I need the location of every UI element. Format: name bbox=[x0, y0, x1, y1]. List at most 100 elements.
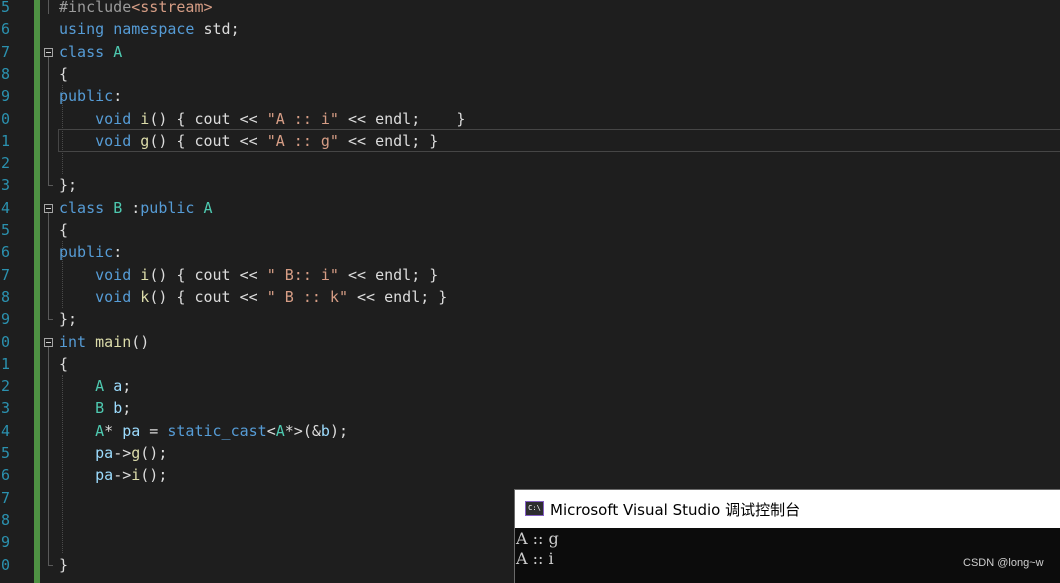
collapse-icon[interactable] bbox=[44, 47, 53, 57]
code-token: b bbox=[113, 399, 123, 418]
fold-line bbox=[48, 212, 49, 320]
code-token: : bbox=[113, 87, 123, 106]
console-output-line: A :: g bbox=[516, 529, 559, 548]
code-token: * bbox=[104, 421, 123, 440]
line-number: 9 bbox=[0, 310, 10, 329]
code-line[interactable]: class A bbox=[59, 41, 122, 63]
line-number: 3 bbox=[0, 176, 10, 195]
code-token: << endl; } bbox=[338, 109, 466, 128]
code-line[interactable]: int main() bbox=[59, 331, 149, 353]
code-token: A bbox=[95, 377, 105, 396]
code-line[interactable]: A* pa = static_cast<A*>(&b); bbox=[59, 420, 348, 442]
line-number: 8 bbox=[0, 287, 10, 306]
console-title: Microsoft Visual Studio 调试控制台 bbox=[550, 501, 801, 519]
fold-line bbox=[48, 56, 49, 186]
code-line[interactable]: B b; bbox=[59, 397, 131, 419]
collapse-icon[interactable] bbox=[44, 203, 53, 213]
code-token: }; bbox=[59, 176, 78, 195]
code-line[interactable]: void g() { cout << "A :: g" << endl; } bbox=[59, 130, 438, 152]
code-token: pa bbox=[122, 421, 141, 440]
code-token: int bbox=[59, 332, 87, 351]
code-token: public bbox=[59, 243, 114, 262]
code-token: () { cout << bbox=[149, 109, 267, 128]
code-token: (); bbox=[140, 444, 168, 462]
code-token: << endl; } bbox=[338, 131, 439, 150]
code-token: pa bbox=[95, 466, 114, 485]
code-token: *>(& bbox=[284, 421, 321, 440]
code-token: ); bbox=[329, 421, 348, 440]
line-number: 5 bbox=[0, 0, 10, 16]
code-token: void bbox=[95, 109, 132, 128]
code-token: { bbox=[59, 64, 69, 83]
console-app-icon: C:\ bbox=[525, 501, 544, 516]
code-token: <sstream> bbox=[131, 0, 213, 16]
code-line[interactable]: void k() { cout << " B :: k" << endl; } bbox=[59, 286, 447, 308]
line-number: 1 bbox=[0, 354, 10, 373]
code-line[interactable]: }; bbox=[59, 308, 77, 330]
code-token: ; bbox=[122, 377, 132, 396]
console-output[interactable]: A :: g A :: i bbox=[515, 529, 1060, 583]
code-token: A bbox=[95, 421, 105, 440]
code-token: " B:: i" bbox=[266, 265, 339, 284]
line-number: 7 bbox=[0, 265, 10, 284]
code-token: "A :: i" bbox=[266, 109, 339, 128]
fold-end-marker bbox=[48, 564, 53, 566]
code-line[interactable]: } bbox=[59, 554, 68, 576]
code-line[interactable]: using namespace std; bbox=[59, 18, 240, 40]
code-token: using bbox=[59, 20, 105, 39]
code-token: namespace bbox=[113, 20, 195, 39]
line-number: 7 bbox=[0, 488, 10, 507]
code-token: << endl; } bbox=[348, 287, 448, 306]
code-token: class bbox=[59, 42, 105, 61]
line-number: 6 bbox=[0, 20, 10, 39]
code-line[interactable]: public: bbox=[59, 85, 122, 107]
code-token: void bbox=[95, 131, 132, 150]
code-token: B bbox=[113, 198, 123, 217]
line-number: 0 bbox=[0, 555, 10, 574]
code-token: } bbox=[59, 555, 69, 574]
code-token: () { cout << bbox=[149, 265, 267, 284]
code-line[interactable]: pa->g(); bbox=[59, 442, 167, 464]
code-line[interactable]: A a; bbox=[59, 375, 131, 397]
code-line[interactable]: { bbox=[59, 353, 68, 375]
line-number: 0 bbox=[0, 332, 10, 351]
code-token: std; bbox=[194, 20, 240, 39]
code-token: -> bbox=[113, 466, 132, 485]
code-token: ; bbox=[122, 399, 132, 418]
code-line[interactable]: void i() { cout << " B:: i" << endl; } bbox=[59, 264, 438, 286]
code-token: b bbox=[320, 421, 330, 440]
code-token: g bbox=[131, 444, 141, 462]
code-line[interactable]: #include<sstream> bbox=[59, 0, 213, 18]
collapse-icon[interactable] bbox=[44, 337, 53, 347]
code-token: static_cast bbox=[167, 421, 267, 440]
line-number: 6 bbox=[0, 466, 10, 485]
code-token: a bbox=[113, 377, 123, 396]
code-token: A bbox=[275, 421, 285, 440]
code-line[interactable]: class B :public A bbox=[59, 197, 213, 219]
line-number: 4 bbox=[0, 421, 10, 440]
code-line[interactable]: { bbox=[59, 63, 68, 85]
code-line[interactable]: { bbox=[59, 219, 68, 241]
code-token: : bbox=[122, 198, 141, 217]
code-line[interactable]: public: bbox=[59, 241, 122, 263]
fold-end-marker bbox=[48, 185, 53, 187]
console-titlebar[interactable]: C:\ Microsoft Visual Studio 调试控制台 bbox=[515, 490, 1060, 528]
code-line[interactable]: pa->i(); bbox=[59, 464, 167, 486]
code-token: main bbox=[95, 332, 132, 351]
code-line[interactable]: }; bbox=[59, 174, 77, 196]
code-line[interactable]: void i() { cout << "A :: i" << endl; } bbox=[59, 108, 465, 130]
code-token: A bbox=[203, 198, 213, 217]
code-token: class bbox=[59, 198, 105, 217]
